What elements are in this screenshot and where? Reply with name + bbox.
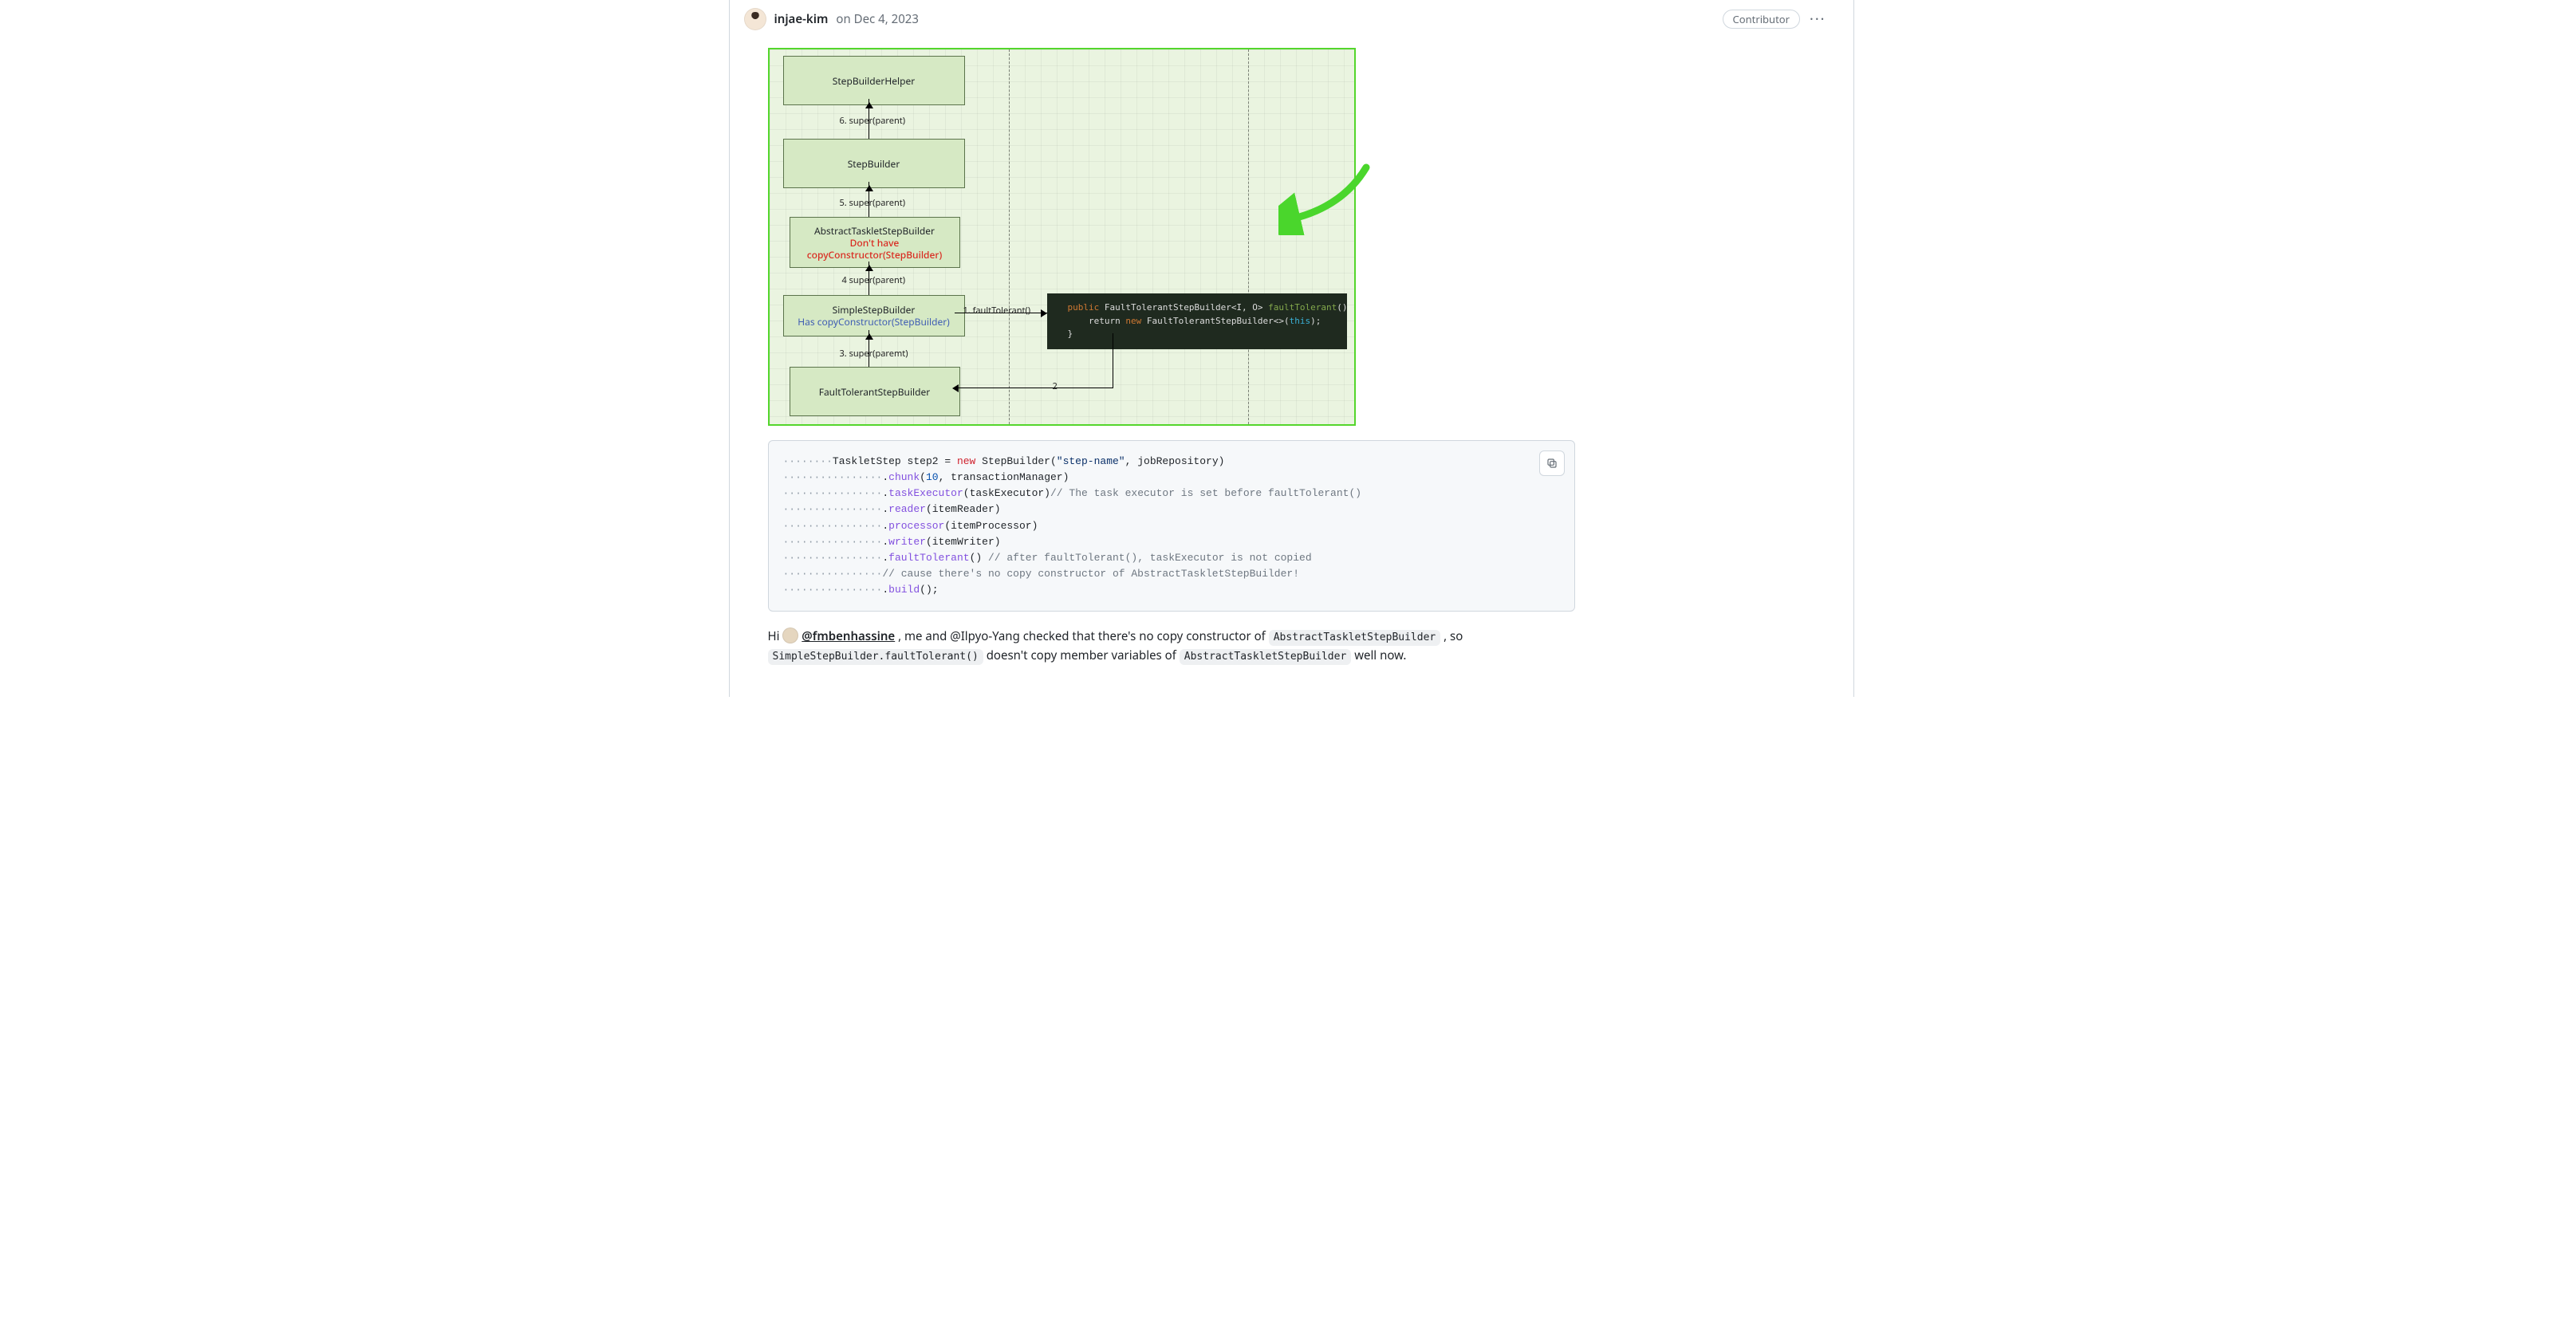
user-mention[interactable]: @fmbenhassine	[802, 628, 895, 644]
comment-date[interactable]: on Dec 4, 2023	[836, 11, 919, 27]
edge-label: 6. super(parent)	[840, 115, 906, 127]
edge-label: 2	[1053, 380, 1058, 392]
text: , me and @Ilpyo-Yang checked that there'…	[898, 628, 1269, 644]
edge-label: 4 super(parent)	[842, 274, 906, 286]
inline-code: AbstractTaskletStepBuilder	[1269, 630, 1441, 646]
diagram-box-simplestepbuilder: SimpleStepBuilder Has copyConstructor(St…	[783, 295, 965, 336]
diagram-box-stepbuilderhelper: StepBuilderHelper	[783, 56, 965, 105]
copy-button[interactable]	[1539, 451, 1565, 476]
annotation-arrow-icon	[1278, 163, 1374, 235]
box-label: AbstractTaskletStepBuilder	[814, 225, 935, 237]
edge-label: 1. faultTolerant()	[963, 305, 1031, 317]
more-actions-icon[interactable]: ···	[1810, 10, 1826, 29]
copy-icon	[1546, 457, 1558, 470]
contributor-badge: Contributor	[1723, 10, 1801, 29]
code-content: ········TaskletStep step2 = new StepBuil…	[769, 441, 1574, 611]
diagram-box-faulttolerantstepbuilder: FaultTolerantStepBuilder	[790, 367, 960, 416]
text: , so	[1444, 628, 1463, 644]
diagram-guide	[1009, 49, 1010, 424]
code-block: ········TaskletStep step2 = new StepBuil…	[768, 440, 1575, 612]
box-label: SimpleStepBuilder	[833, 304, 916, 316]
edge-label: 5. super(parent)	[840, 197, 906, 209]
text: doesn't copy member variables of	[987, 647, 1180, 663]
box-label-warning: Don't have	[850, 237, 900, 249]
box-label-warning: copyConstructor(StepBuilder)	[807, 249, 942, 261]
box-label: StepBuilderHelper	[833, 75, 915, 87]
box-label-note: Has copyConstructor(StepBuilder)	[798, 316, 950, 328]
edge-label: 3. super(paremt)	[840, 348, 908, 360]
text: well now.	[1354, 647, 1406, 663]
diagram-code-snippet: public FaultTolerantStepBuilder<I, O> fa…	[1047, 293, 1347, 349]
diagram-box-stepbuilder: StepBuilder	[783, 139, 965, 188]
comment-header: injae-kim on Dec 4, 2023 Contributor ···	[744, 8, 1826, 30]
diagram-box-abstracttaskletstepbuilder: AbstractTaskletStepBuilder Don't have co…	[790, 217, 960, 268]
arrow-right-icon	[1041, 309, 1051, 317]
author-name[interactable]: injae-kim	[774, 11, 829, 27]
diagram-guide	[1248, 49, 1249, 424]
inline-code: AbstractTaskletStepBuilder	[1180, 649, 1352, 665]
box-label: StepBuilder	[848, 158, 900, 170]
inline-code: SimpleStepBuilder.faultTolerant()	[768, 649, 983, 665]
architecture-diagram[interactable]: StepBuilderHelper StepBuilder AbstractTa…	[768, 48, 1356, 426]
mention-avatar[interactable]	[782, 628, 798, 643]
author-avatar[interactable]	[744, 8, 766, 30]
arrow-left-icon	[948, 384, 959, 392]
text: Hi	[768, 628, 783, 644]
comment-body: Hi @fmbenhassine , me and @Ilpyo-Yang ch…	[768, 628, 1574, 665]
box-label: FaultTolerantStepBuilder	[819, 386, 931, 398]
